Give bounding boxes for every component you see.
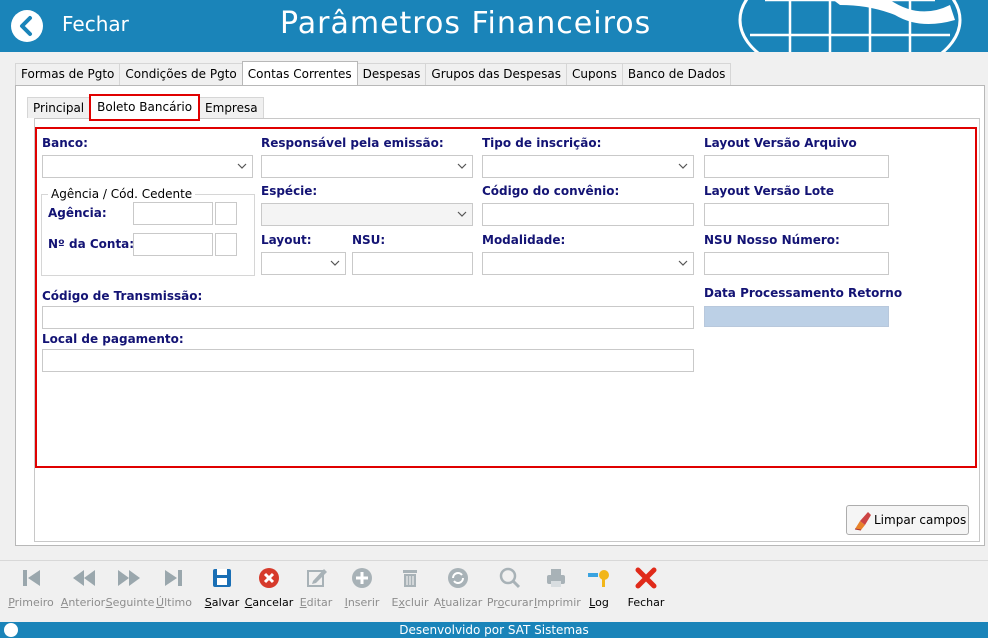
nsu-label: NSU: <box>352 233 386 247</box>
tab-grupos-das-despesas[interactable]: Grupos das Despesas <box>425 63 568 85</box>
layout-select[interactable] <box>261 252 346 275</box>
globe-icon <box>4 623 18 637</box>
next-icon <box>118 570 140 586</box>
conta-label: Nº da Conta: <box>48 237 135 251</box>
insert-button[interactable]: Inserir <box>342 565 382 609</box>
edit-icon <box>307 569 327 587</box>
back-label[interactable]: Fechar <box>62 12 129 36</box>
close-button[interactable]: Fechar <box>622 565 670 609</box>
delete-icon <box>403 570 417 587</box>
eraser-brush-icon <box>854 512 871 531</box>
agencia-field[interactable] <box>133 202 213 225</box>
conta-field[interactable] <box>133 233 213 256</box>
data-processamento-label: Data Processamento Retorno <box>704 286 903 300</box>
save-button[interactable]: Salvar <box>202 565 242 609</box>
subtab-principal[interactable]: Principal <box>27 97 91 118</box>
print-button[interactable]: Imprimir <box>534 565 581 609</box>
chevron-down-icon <box>330 260 340 266</box>
agencia-group-title: Agência / Cód. Cedente <box>48 187 196 201</box>
delete-button[interactable]: Excluir <box>390 565 430 609</box>
cancel-icon <box>259 568 279 588</box>
banco-label: Banco: <box>42 136 88 150</box>
tab-contas-correntes[interactable]: Contas Correntes <box>241 61 358 85</box>
codigo-transmissao-field[interactable] <box>42 306 694 329</box>
first-button[interactable]: Primeiro <box>6 565 56 609</box>
agencia-digit-field[interactable] <box>215 202 237 225</box>
main-tabs: Formas de Pgto Condições de Pgto Contas … <box>15 61 732 85</box>
chevron-down-icon <box>678 260 688 266</box>
nsu-nosso-numero-field[interactable] <box>704 252 889 275</box>
last-icon <box>165 570 182 586</box>
codigo-transmissao-label: Código de Transmissão: <box>42 289 203 303</box>
limpar-campos-label: Limpar campos <box>874 513 967 527</box>
previous-icon <box>73 570 95 586</box>
especie-select[interactable] <box>261 203 473 226</box>
layout-versao-lote-field[interactable] <box>704 203 889 226</box>
tipo-inscricao-select[interactable] <box>482 155 694 178</box>
tipo-inscricao-label: Tipo de inscrição: <box>482 136 602 150</box>
globe-logo-icon <box>738 0 962 52</box>
local-pagamento-field[interactable] <box>42 349 694 372</box>
refresh-button[interactable]: Atualizar <box>432 565 484 609</box>
agencia-label: Agência: <box>48 206 107 220</box>
footer-text: Desenvolvido por SAT Sistemas <box>399 623 589 637</box>
chevron-down-icon <box>237 163 247 169</box>
edit-button[interactable]: Editar <box>296 565 336 609</box>
modalidade-select[interactable] <box>482 252 694 275</box>
nsu-field[interactable] <box>352 252 473 275</box>
previous-button[interactable]: Anterior <box>58 565 108 609</box>
save-icon <box>213 569 231 587</box>
responsavel-select[interactable] <box>261 155 473 178</box>
close-icon <box>635 567 657 589</box>
log-key-icon <box>588 570 609 587</box>
search-button[interactable]: Procurar <box>484 565 536 609</box>
print-icon <box>547 569 565 587</box>
header-bar: Fechar Parâmetros Financeiros <box>0 0 988 52</box>
subtab-empresa[interactable]: Empresa <box>199 97 264 118</box>
tab-despesas[interactable]: Despesas <box>356 63 427 85</box>
layout-label: Layout: <box>261 233 312 247</box>
chevron-down-icon <box>678 163 688 169</box>
data-processamento-field[interactable] <box>704 306 889 327</box>
modalidade-label: Modalidade: <box>482 233 566 247</box>
nsu-nosso-numero-label: NSU Nosso Número: <box>704 233 840 247</box>
responsavel-label: Responsável pela emissão: <box>261 136 444 150</box>
layout-versao-arquivo-field[interactable] <box>704 155 889 178</box>
subtab-boleto-bancario[interactable]: Boleto Bancário <box>89 94 201 121</box>
chevron-down-icon <box>457 163 467 169</box>
especie-label: Espécie: <box>261 184 318 198</box>
log-button[interactable]: Log <box>584 565 614 609</box>
tab-cupons[interactable]: Cupons <box>566 63 623 85</box>
local-pagamento-label: Local de pagamento: <box>42 332 184 346</box>
insert-icon <box>352 568 372 588</box>
layout-versao-arquivo-label: Layout Versão Arquivo <box>704 136 857 150</box>
next-button[interactable]: Seguinte <box>104 565 156 609</box>
chevron-down-icon <box>457 211 467 217</box>
first-icon <box>23 570 40 586</box>
limpar-campos-button[interactable]: Limpar campos <box>846 505 969 535</box>
search-icon <box>499 567 521 589</box>
last-button[interactable]: Último <box>154 565 194 609</box>
back-arrow-icon[interactable] <box>11 10 43 42</box>
tab-formas-de-pgto[interactable]: Formas de Pgto <box>15 63 121 85</box>
tab-condicoes-de-pgto[interactable]: Condições de Pgto <box>119 63 243 85</box>
codigo-convenio-label: Código do convênio: <box>482 184 620 198</box>
codigo-convenio-field[interactable] <box>482 203 694 226</box>
cancel-button[interactable]: Cancelar <box>244 565 294 609</box>
sub-tabs: Principal Boleto Bancário Empresa <box>27 94 264 121</box>
navigation-toolbar: Primeiro Anterior Seguinte Último Salvar… <box>0 560 988 620</box>
conta-digit-field[interactable] <box>215 233 237 256</box>
banco-select[interactable] <box>42 155 253 178</box>
tab-banco-de-dados[interactable]: Banco de Dados <box>621 63 732 85</box>
footer-bar: Desenvolvido por SAT Sistemas <box>0 622 988 638</box>
page-title: Parâmetros Financeiros <box>280 6 652 41</box>
layout-versao-lote-label: Layout Versão Lote <box>704 184 835 198</box>
refresh-icon <box>448 568 468 588</box>
